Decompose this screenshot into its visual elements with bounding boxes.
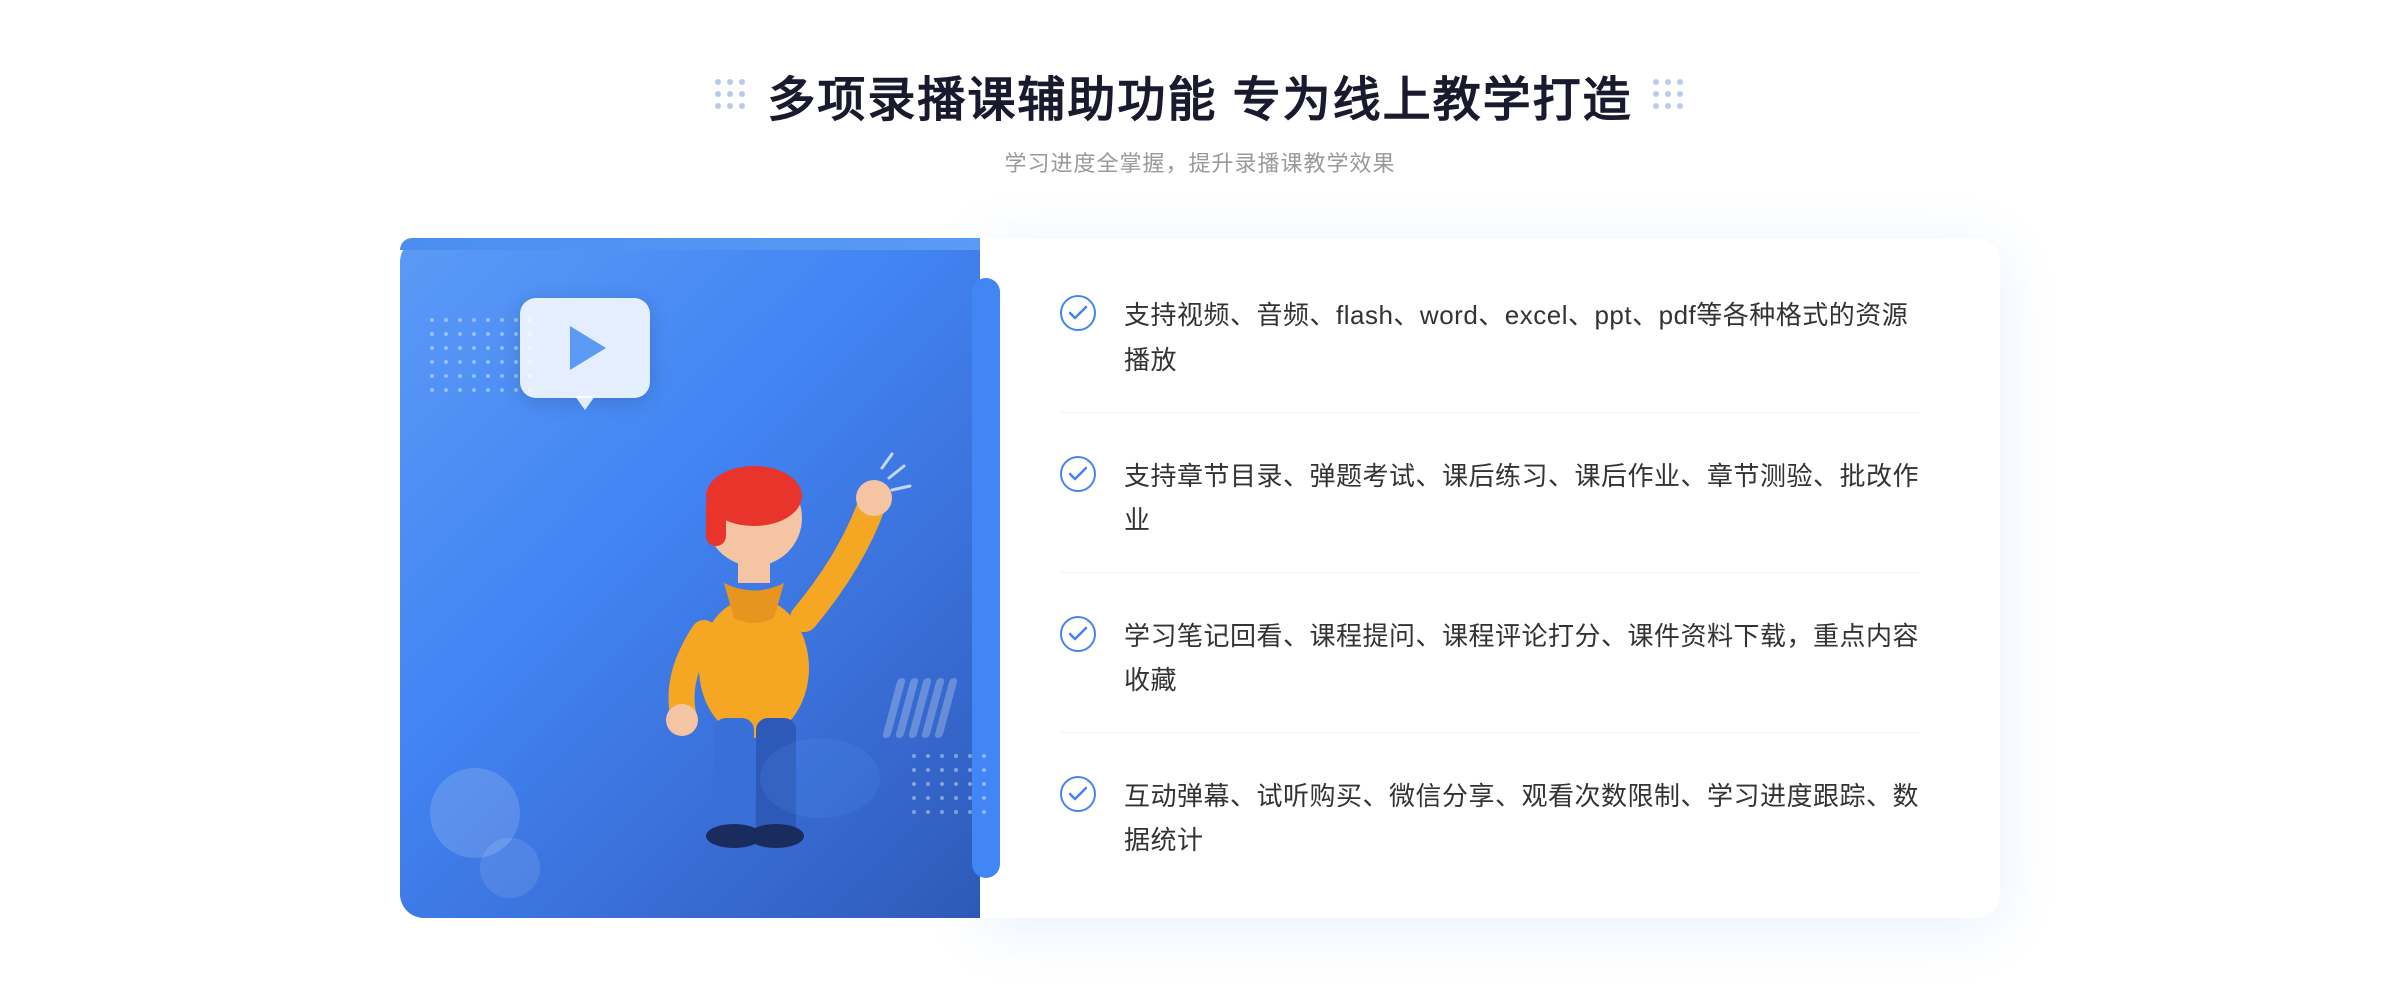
top-strip: [400, 238, 980, 250]
check-icon-1: [1060, 295, 1096, 331]
dots-bottom-right: [912, 754, 990, 818]
check-icon-4: [1060, 776, 1096, 812]
check-icon-3: [1060, 616, 1096, 652]
feature-item-3: 学习笔记回看、课程提问、课程评论打分、课件资料下载，重点内容收藏: [1060, 584, 1920, 733]
feature-text-1: 支持视频、音频、flash、word、excel、ppt、pdf等各种格式的资源…: [1124, 293, 1920, 381]
person-illustration: [594, 378, 914, 918]
header-title-row: 多项录播课辅助功能 专为线上教学打造: [715, 60, 1684, 130]
right-decoration: [1653, 79, 1685, 111]
feature-item-4: 互动弹幕、试听购买、微信分享、观看次数限制、学习进度跟踪、数据统计: [1060, 744, 1920, 862]
feature-text-4: 互动弹幕、试听购买、微信分享、观看次数限制、学习进度跟踪、数据统计: [1124, 774, 1920, 862]
deco-circle-small: [480, 838, 540, 898]
illustration-panel: [400, 238, 980, 918]
feature-item-1: 支持视频、音频、flash、word、excel、ppt、pdf等各种格式的资源…: [1060, 293, 1920, 412]
page-subtitle: 学习进度全掌握，提升录播课教学效果: [715, 146, 1684, 178]
content-section: »: [400, 238, 2000, 918]
feature-item-2: 支持章节目录、弹题考试、课后练习、课后作业、章节测验、批改作业: [1060, 424, 1920, 573]
check-icon-2: [1060, 456, 1096, 492]
page-title: 多项录播课辅助功能 专为线上教学打造: [767, 60, 1632, 130]
oval-decoration: [760, 738, 880, 818]
header-section: 多项录播课辅助功能 专为线上教学打造 学习进度全掌握，提升录播课教学效果: [715, 60, 1684, 178]
page-wrapper: 多项录播课辅助功能 专为线上教学打造 学习进度全掌握，提升录播课教学效果 »: [0, 0, 2400, 998]
features-panel: 支持视频、音频、flash、word、excel、ppt、pdf等各种格式的资源…: [980, 238, 2000, 918]
left-decoration: [715, 79, 747, 111]
play-icon: [570, 326, 606, 370]
feature-text-2: 支持章节目录、弹题考试、课后练习、课后作业、章节测验、批改作业: [1124, 454, 1920, 542]
feature-text-3: 学习笔记回看、课程提问、课程评论打分、课件资料下载，重点内容收藏: [1124, 614, 1920, 702]
